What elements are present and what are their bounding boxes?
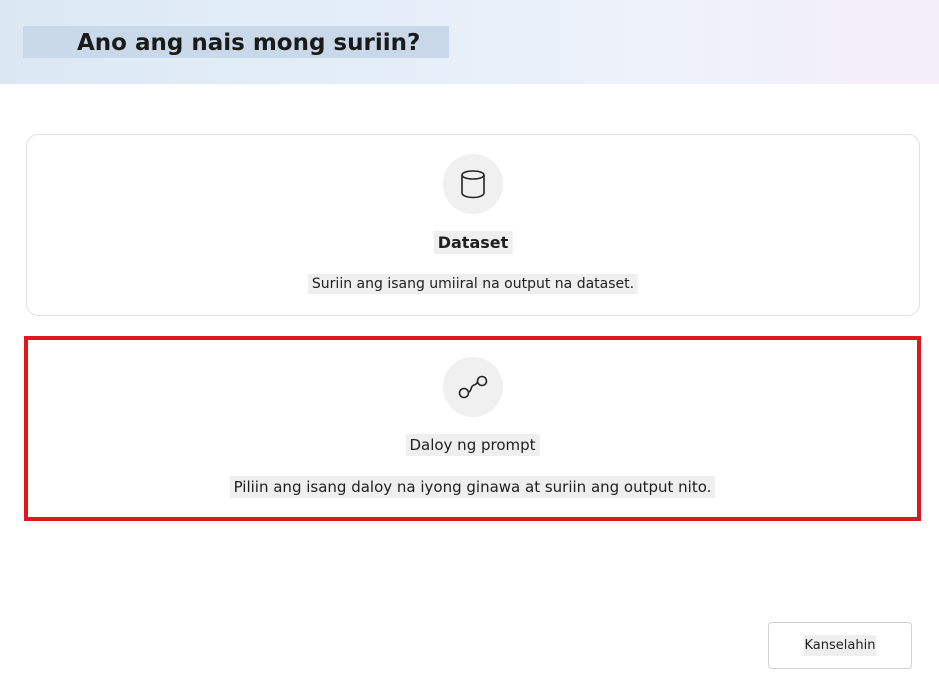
dialog-header: Ano ang nais mong suriin? xyxy=(0,0,939,84)
option-description-prompt-flow: Piliin ang isang daloy na iyong ginawa a… xyxy=(229,476,716,498)
flow-icon xyxy=(458,375,487,399)
option-card-dataset[interactable]: Dataset Suriin ang isang umiiral na outp… xyxy=(26,134,920,316)
option-card-prompt-flow[interactable]: Daloy ng prompt Piliin ang isang daloy n… xyxy=(24,336,921,521)
database-icon-container xyxy=(443,154,503,214)
dialog-title: Ano ang nais mong suriin? xyxy=(77,30,421,56)
database-icon xyxy=(461,170,485,199)
option-description-dataset: Suriin ang isang umiiral na output na da… xyxy=(307,274,639,294)
option-title-prompt-flow: Daloy ng prompt xyxy=(405,434,540,456)
cancel-button-label: Kanselahin xyxy=(803,635,877,656)
flow-icon-container xyxy=(442,357,503,417)
cancel-button[interactable]: Kanselahin xyxy=(768,622,912,669)
option-title-dataset: Dataset xyxy=(433,231,513,254)
